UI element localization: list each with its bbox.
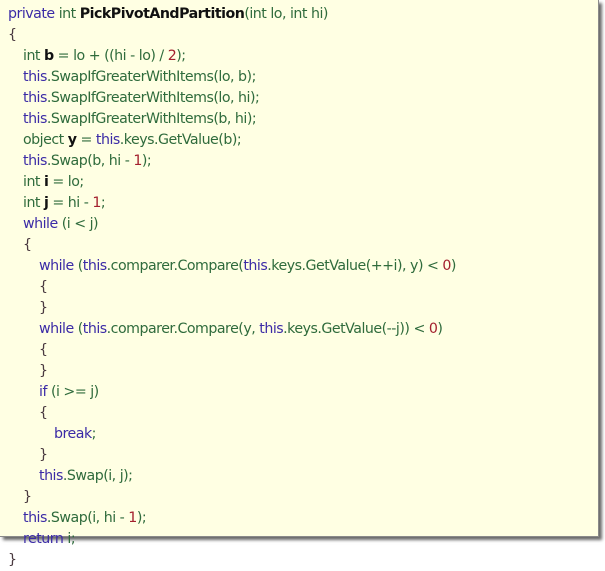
code-line: }	[8, 550, 456, 571]
brace-token: }	[8, 552, 17, 568]
brace-token: }	[39, 363, 48, 379]
code-token: .keys.GetValue(++i), y) <	[267, 258, 443, 274]
keyword-token: break	[54, 426, 92, 442]
code-line: }	[8, 298, 456, 319]
code-snippet-panel: private int PickPivotAndPartition(int lo…	[0, 0, 599, 568]
number-token: 2	[167, 48, 177, 64]
type-token: int	[23, 48, 45, 64]
code-token: ;	[100, 195, 106, 211]
code-token: (	[73, 258, 84, 274]
code-line: int j = hi - 1;	[8, 193, 456, 214]
code-block: private int PickPivotAndPartition(int lo…	[8, 4, 456, 571]
keyword-token: this	[82, 258, 107, 274]
code-token: = hi -	[48, 195, 93, 211]
code-line: {	[8, 235, 456, 256]
code-token: .keys.GetValue(b);	[119, 132, 242, 148]
code-line: if (i >= j)	[8, 382, 456, 403]
brace-token: }	[23, 489, 32, 505]
code-token: .comparer.Compare(	[106, 258, 244, 274]
code-line: {	[8, 25, 456, 46]
code-line: private int PickPivotAndPartition(int lo…	[8, 4, 456, 25]
code-line: this.Swap(b, hi - 1);	[8, 151, 456, 172]
keyword-token: this	[82, 321, 107, 337]
code-token: (i >= j)	[46, 384, 99, 400]
code-token: (	[73, 321, 84, 337]
code-line: this.Swap(i, j);	[8, 466, 456, 487]
code-token: )	[450, 258, 457, 274]
code-token: (i < j)	[57, 216, 99, 232]
code-line: {	[8, 340, 456, 361]
declared-name-token: b	[44, 48, 54, 64]
declared-name-token: PickPivotAndPartition	[79, 6, 245, 22]
keyword-token: this	[23, 153, 47, 169]
brace-token: {	[39, 405, 48, 421]
code-line: {	[8, 277, 456, 298]
code-line: break;	[8, 424, 456, 445]
code-line: this.SwapIfGreaterWithItems(lo, hi);	[8, 88, 456, 109]
code-line: }	[8, 361, 456, 382]
keyword-token: this	[39, 468, 63, 484]
code-token: .keys.GetValue(--j)) <	[283, 321, 429, 337]
code-line: return i;	[8, 529, 456, 550]
brace-token: {	[39, 279, 48, 295]
type-token: int	[23, 195, 45, 211]
code-token: )	[437, 321, 443, 337]
type-token: int	[23, 174, 45, 190]
keyword-token: private	[8, 6, 55, 22]
code-token: .SwapIfGreaterWithItems(b, hi);	[46, 111, 257, 127]
brace-token: }	[39, 300, 48, 316]
keyword-token: this	[95, 132, 120, 148]
code-line: this.SwapIfGreaterWithItems(lo, b);	[8, 67, 456, 88]
code-token: .Swap(i, j);	[62, 468, 133, 484]
brace-token: {	[8, 27, 17, 43]
code-line: this.Swap(i, hi - 1);	[8, 508, 456, 529]
code-line: int i = lo;	[8, 172, 456, 193]
code-line: }	[8, 487, 456, 508]
code-token: = lo + ((hi - lo) /	[53, 48, 168, 64]
code-token: );	[141, 153, 152, 169]
number-token: 1	[133, 153, 142, 169]
code-line: object y = this.keys.GetValue(b);	[8, 130, 456, 151]
code-token: .Swap(i, hi -	[46, 510, 129, 526]
code-line: while (this.comparer.Compare(this.keys.G…	[8, 256, 456, 277]
keyword-token: while	[39, 321, 74, 337]
keyword-token: this	[259, 321, 284, 337]
code-line: while (this.comparer.Compare(y, this.key…	[8, 319, 456, 340]
keyword-token: this	[23, 90, 47, 106]
code-line: }	[8, 445, 456, 466]
code-token: .SwapIfGreaterWithItems(lo, hi);	[46, 90, 260, 106]
code-token: .Swap(b, hi -	[46, 153, 134, 169]
code-token: ;	[91, 426, 97, 442]
keyword-token: this	[243, 258, 268, 274]
keyword-token: this	[23, 510, 47, 526]
code-line: {	[8, 403, 456, 424]
number-token: 0	[442, 258, 451, 274]
keyword-token: while	[23, 216, 58, 232]
type-token: int	[58, 6, 77, 22]
code-token: );	[136, 510, 147, 526]
keyword-token: this	[23, 69, 47, 85]
type-token: object	[23, 132, 68, 148]
code-token: (int lo, int hi)	[244, 6, 328, 22]
code-line: while (i < j)	[8, 214, 456, 235]
keyword-token: while	[39, 258, 74, 274]
code-token: );	[176, 48, 186, 64]
code-token: .comparer.Compare(y,	[106, 321, 260, 337]
code-token: .SwapIfGreaterWithItems(lo, b);	[46, 69, 256, 85]
code-token: = lo;	[48, 174, 84, 190]
number-token: 1	[128, 510, 137, 526]
code-token: =	[76, 132, 96, 148]
brace-token: {	[39, 342, 48, 358]
keyword-token: this	[23, 111, 47, 127]
code-line: this.SwapIfGreaterWithItems(b, hi);	[8, 109, 456, 130]
brace-token: }	[39, 447, 48, 463]
number-token: 1	[92, 195, 101, 211]
keyword-token: if	[39, 384, 47, 400]
code-line: int b = lo + ((hi - lo) / 2);	[8, 46, 456, 67]
brace-token: {	[23, 237, 32, 253]
